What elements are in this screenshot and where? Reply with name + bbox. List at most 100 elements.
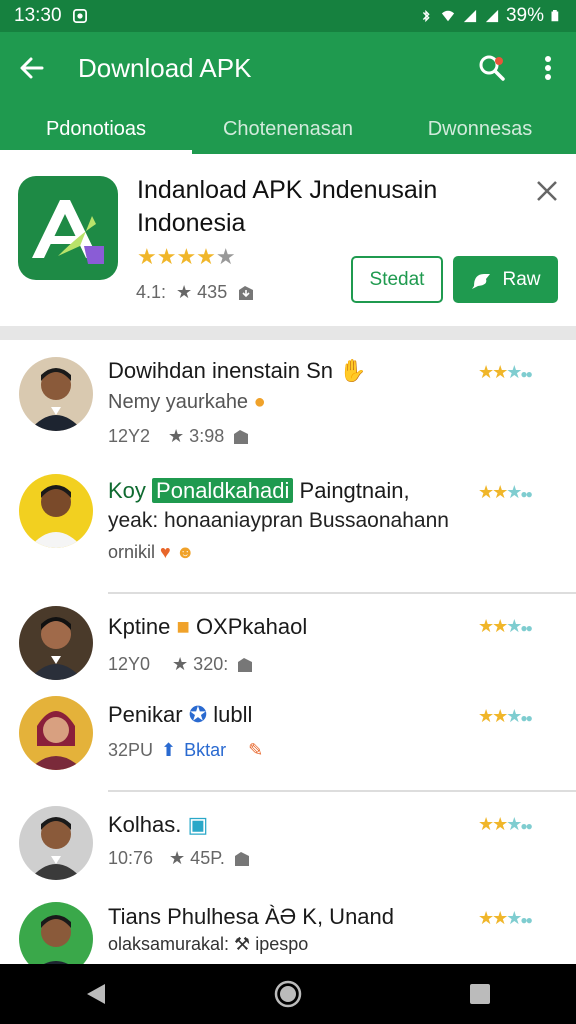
item-title: Koy Ponaldkahadi Paingtnain, bbox=[108, 478, 410, 504]
back-arrow-icon bbox=[20, 57, 44, 79]
item-meta: 32PU ⬆ Bktar ✎ bbox=[108, 740, 263, 761]
back-button[interactable] bbox=[0, 32, 64, 104]
featured-meta-left: 4.1: bbox=[136, 282, 167, 302]
play-icon: ■ bbox=[176, 614, 190, 639]
tab-bar: Pdonotioas Chotenenasan Dwonnesas bbox=[0, 104, 576, 154]
avatar[interactable] bbox=[19, 357, 93, 431]
avatar[interactable] bbox=[19, 902, 93, 964]
avatar[interactable] bbox=[19, 606, 93, 680]
notification-icon bbox=[72, 9, 87, 23]
list-item[interactable]: Tians Phulhesa ÀƏ K, Unand olaksamurakal… bbox=[0, 892, 576, 964]
item-title-post: OXPkahaol bbox=[195, 614, 308, 639]
item-meta-count: ★ 45P. bbox=[169, 848, 225, 868]
download-icon bbox=[234, 429, 249, 444]
item-meta: 12Y0 ★ 320: bbox=[108, 654, 254, 675]
featured-meta: 4.1: ★ 435 bbox=[136, 282, 255, 303]
item-title-pre: Koy bbox=[108, 478, 146, 503]
flame-icon: ● bbox=[253, 391, 266, 413]
item-title-text: Dowihdan inenstain Sn bbox=[108, 358, 334, 383]
item-stars: ★★★●● bbox=[478, 482, 533, 502]
item-meta: 10:76 ★ 45P. bbox=[108, 848, 251, 869]
more-options-button[interactable] bbox=[520, 32, 576, 104]
item-title-text: Kptine bbox=[108, 614, 171, 639]
back-nav-icon bbox=[87, 984, 105, 1004]
primary-action-label: Raw bbox=[502, 268, 541, 290]
featured-rating: ★★★★★ bbox=[137, 244, 236, 269]
chat-bubble-icon: ▣ bbox=[187, 812, 209, 837]
item-title-text: Kolhas. bbox=[108, 812, 182, 837]
signal-icon-2 bbox=[485, 9, 499, 23]
list-item[interactable]: Kolhas. ▣ 10:76 ★ 45P. ★★★●● bbox=[0, 792, 576, 892]
item-meta-date: 10:76 bbox=[108, 848, 154, 868]
avatar[interactable] bbox=[19, 806, 93, 880]
heart-icon: ♥ bbox=[160, 542, 171, 562]
pencil-icon: ✎ bbox=[248, 740, 264, 760]
battery-icon bbox=[551, 10, 559, 22]
list-item[interactable]: Dowihdan inenstain Sn ✋ Nemy yaurkahe ● … bbox=[0, 340, 576, 460]
status-bar: 13:30 39% bbox=[0, 0, 576, 32]
nav-recents-button[interactable] bbox=[450, 964, 510, 1024]
tab-1[interactable]: Pdonotioas bbox=[0, 104, 192, 154]
primary-action-button[interactable]: Raw bbox=[453, 256, 558, 303]
avatar[interactable] bbox=[19, 696, 93, 770]
secondary-action-button[interactable]: Stedat bbox=[351, 256, 443, 303]
list-item[interactable]: Koy Ponaldkahadi Paingtnain, yeak: honaa… bbox=[0, 460, 576, 590]
avatar[interactable] bbox=[19, 474, 93, 548]
item-stars: ★★★●● bbox=[478, 908, 533, 928]
star-rating: ★★★★ bbox=[137, 244, 216, 269]
chat-icon bbox=[472, 273, 491, 289]
item-stars: ★★★●● bbox=[478, 616, 533, 636]
item-title-post: lubll bbox=[213, 702, 253, 727]
arrow-up-icon: ⬆ bbox=[161, 740, 177, 760]
item-title-highlight: Ponaldkahadi bbox=[152, 478, 294, 503]
item-stars: ★★★●● bbox=[478, 814, 533, 834]
item-title-post: Paingtnain, bbox=[299, 478, 410, 503]
tab-3[interactable]: Dwonnesas bbox=[384, 104, 576, 154]
download-icon bbox=[239, 285, 254, 300]
item-meta-text: ornikil bbox=[108, 542, 156, 562]
wifi-icon bbox=[441, 10, 455, 22]
item-meta-date: 12Y2 bbox=[108, 426, 151, 446]
item-stars: ★★★●● bbox=[478, 706, 533, 726]
tab-2[interactable]: Chotenenasan bbox=[192, 104, 384, 154]
item-meta-count: ★ 320: bbox=[172, 654, 229, 674]
item-title: Kptine ■ OXPkahaol bbox=[108, 614, 307, 640]
more-vert-icon bbox=[545, 56, 551, 80]
verified-icon: ✪ bbox=[188, 702, 208, 727]
item-stars: ★★★●● bbox=[478, 362, 533, 382]
app-logo-icon[interactable] bbox=[18, 176, 118, 280]
item-meta: ornikil ♥ ☻ bbox=[108, 542, 195, 563]
smile-icon: ☻ bbox=[175, 542, 195, 562]
list-item[interactable]: Kptine ■ OXPkahaol 12Y0 ★ 320: ★★★●● bbox=[0, 594, 576, 684]
section-separator bbox=[0, 326, 576, 340]
search-button[interactable] bbox=[464, 32, 520, 104]
featured-app-card: Indanload APK Jndenusain Indonesia ★★★★★… bbox=[0, 154, 576, 326]
list-item[interactable]: Penikar ✪ lubll 32PU ⬆ Bktar ✎ ★★★●● bbox=[0, 684, 576, 784]
item-title: Kolhas. ▣ bbox=[108, 812, 208, 838]
nav-back-button[interactable] bbox=[66, 964, 126, 1024]
battery-percent: 39% bbox=[505, 5, 544, 26]
app-bar: Download APK bbox=[0, 32, 576, 104]
item-meta: 12Y2 ★ 3:98 bbox=[108, 426, 250, 447]
app-bar-title: Download APK bbox=[78, 52, 252, 83]
item-meta-date: 32PU bbox=[108, 740, 154, 760]
item-meta-count: ★ 3:98 bbox=[168, 426, 225, 446]
close-button[interactable] bbox=[532, 176, 562, 206]
signal-icon bbox=[463, 9, 477, 23]
status-time: 13:30 bbox=[14, 5, 62, 26]
item-subtitle: Nemy yaurkahe ● bbox=[108, 391, 266, 414]
hand-icon: ✋ bbox=[339, 358, 367, 383]
recents-nav-icon bbox=[470, 984, 490, 1004]
download-icon bbox=[234, 851, 249, 866]
item-title: Dowihdan inenstain Sn ✋ bbox=[108, 358, 367, 384]
bluetooth-icon bbox=[422, 9, 430, 23]
download-icon bbox=[238, 657, 253, 672]
search-icon bbox=[479, 55, 505, 81]
nav-home-button[interactable] bbox=[258, 964, 318, 1024]
system-nav-bar bbox=[0, 964, 576, 1024]
item-subtitle: yeak: honaaniaypran Bussaonahann bbox=[108, 509, 449, 532]
item-title-text: Penikar bbox=[108, 702, 183, 727]
review-list: Dowihdan inenstain Sn ✋ Nemy yaurkahe ● … bbox=[0, 340, 576, 964]
item-subtitle-text: Nemy yaurkahe bbox=[108, 391, 249, 413]
close-icon bbox=[537, 181, 557, 201]
